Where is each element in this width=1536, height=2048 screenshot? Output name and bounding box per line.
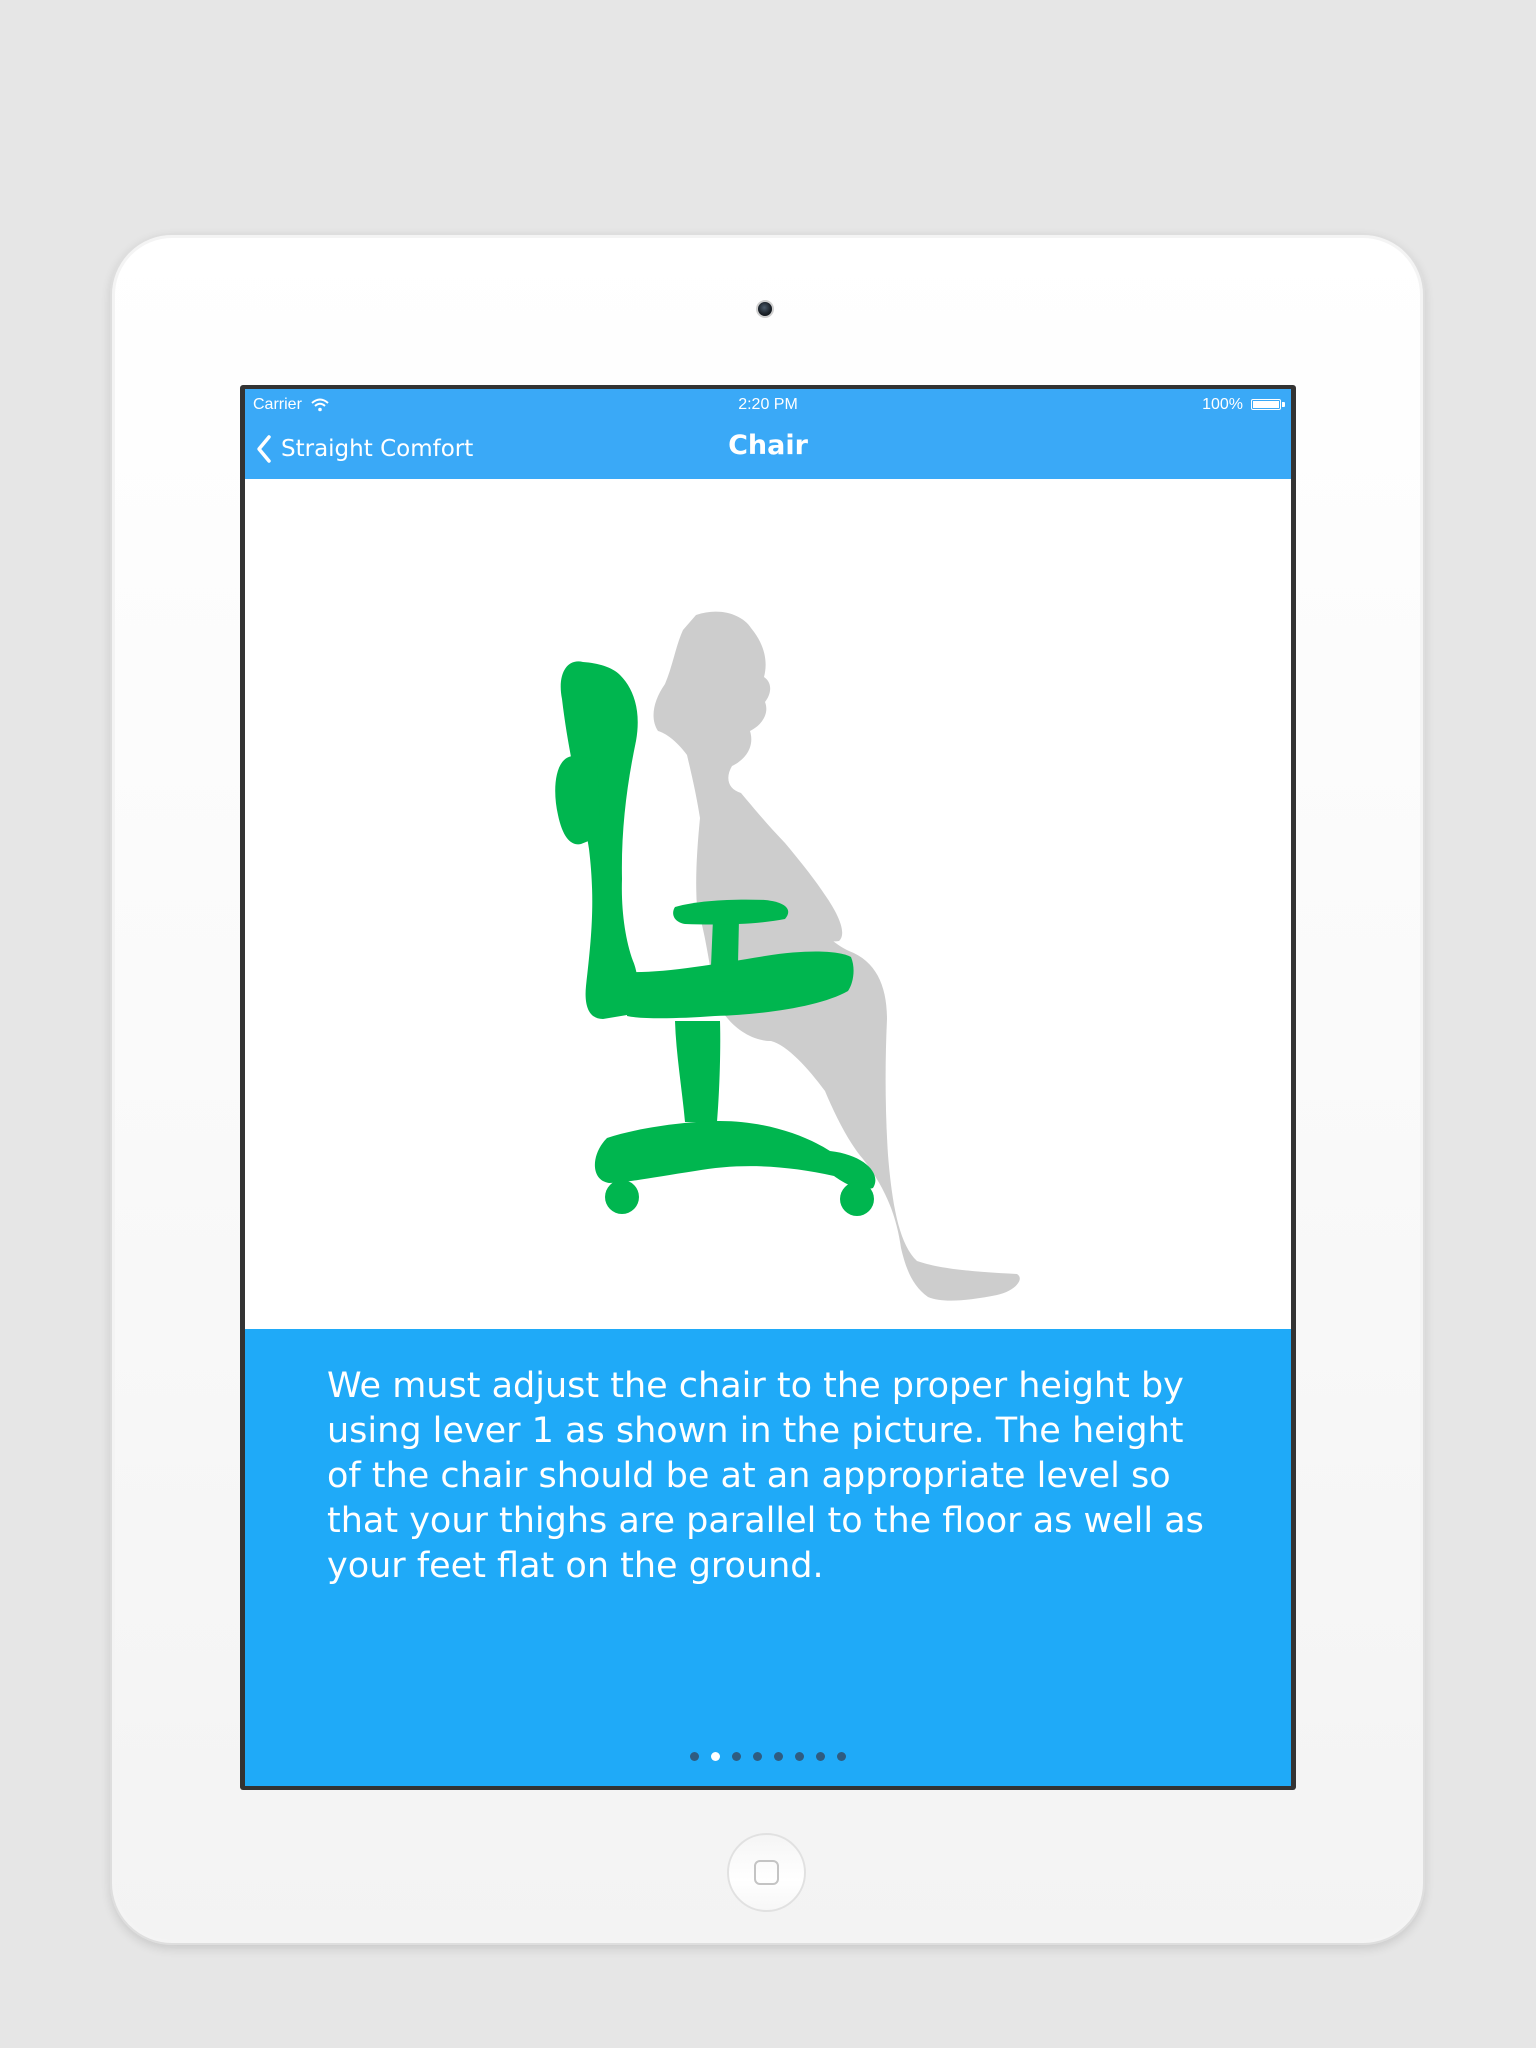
page-dot[interactable] [816, 1751, 825, 1761]
status-time: 2:20 PM [738, 396, 798, 413]
battery-icon [1251, 399, 1281, 410]
status-bar: Carrier 2:20 PM 100% [245, 389, 1291, 423]
battery-tip [1282, 402, 1285, 407]
page-dot[interactable] [732, 1751, 741, 1761]
home-button[interactable] [727, 1833, 806, 1912]
battery-fill [1253, 401, 1279, 408]
app-screen: Carrier 2:20 PM 100% Straight Comfort Ch… [245, 389, 1291, 1786]
page-dot[interactable] [837, 1751, 846, 1761]
instruction-text: We must adjust the chair to the proper h… [327, 1366, 1204, 1586]
page-dot[interactable] [753, 1751, 762, 1761]
chair-person-graphic [555, 611, 1020, 1301]
battery-percentage: 100% [1202, 396, 1243, 413]
front-camera [756, 300, 774, 318]
page-control[interactable] [245, 1749, 1291, 1763]
page-dot[interactable] [690, 1751, 699, 1761]
page-dot[interactable] [711, 1751, 720, 1761]
page-dot[interactable] [774, 1751, 783, 1761]
page-dot[interactable] [795, 1751, 804, 1761]
navigation-bar: Carrier 2:20 PM 100% Straight Comfort Ch… [245, 389, 1291, 479]
home-button-square-icon [754, 1860, 779, 1885]
chair-illustration [245, 479, 1291, 1329]
description-panel: We must adjust the chair to the proper h… [245, 1329, 1291, 1786]
page-title: Chair [728, 430, 808, 461]
